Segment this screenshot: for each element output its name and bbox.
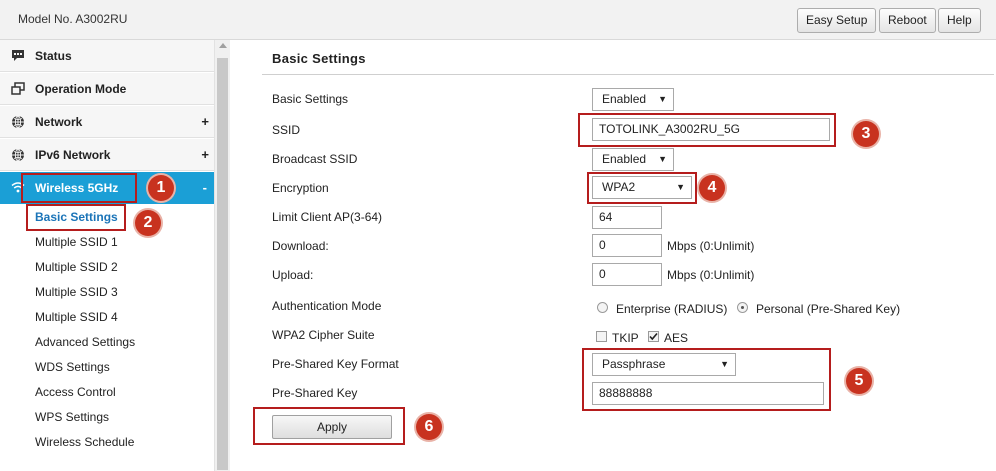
step-badge-1: 1 xyxy=(148,175,174,201)
scroll-thumb[interactable] xyxy=(217,58,228,470)
sidebar: Status Operation Mode Network + IPv6 Net… xyxy=(0,40,230,471)
submenu-wireless-schedule[interactable]: Wireless Schedule xyxy=(35,435,134,449)
sidebar-item-operation-mode[interactable]: Operation Mode xyxy=(0,73,214,105)
title-divider xyxy=(262,74,994,75)
sidebar-item-label: Status xyxy=(35,49,72,63)
limit-client-label: Limit Client AP(3-64) xyxy=(272,210,383,224)
broadcast-ssid-select[interactable]: Enabled ▼ xyxy=(592,148,674,171)
callout-box-6 xyxy=(253,407,405,445)
aes-label: AES xyxy=(664,331,689,345)
submenu-access-control[interactable]: Access Control xyxy=(35,385,116,399)
checkmark-icon xyxy=(649,332,658,341)
callout-box-1 xyxy=(21,173,137,203)
dropdown-arrow-icon: ▼ xyxy=(658,154,667,164)
enterprise-radio[interactable] xyxy=(597,302,608,313)
collapse-icon: - xyxy=(202,180,207,195)
limit-client-input[interactable]: 64 xyxy=(592,206,662,229)
enterprise-option-label: Enterprise (RADIUS) xyxy=(616,302,728,316)
dropdown-arrow-icon: ▼ xyxy=(658,94,667,104)
tkip-label: TKIP xyxy=(612,331,639,345)
scroll-up-icon[interactable] xyxy=(219,43,227,48)
broadcast-ssid-label: Broadcast SSID xyxy=(272,152,358,166)
download-input[interactable]: 0 xyxy=(592,234,662,257)
callout-box-2 xyxy=(26,204,126,231)
comment-icon xyxy=(10,49,26,63)
basic-settings-select[interactable]: Enabled ▼ xyxy=(592,88,674,111)
personal-option-label: Personal (Pre-Shared Key) xyxy=(756,302,901,316)
sidebar-item-label: IPv6 Network xyxy=(35,148,111,162)
sidebar-scrollbar[interactable] xyxy=(214,40,230,471)
sidebar-item-label: Network xyxy=(35,115,83,129)
submenu-multiple-ssid-2[interactable]: Multiple SSID 2 xyxy=(35,260,118,274)
help-button[interactable]: Help xyxy=(938,8,981,33)
expand-icon: + xyxy=(201,114,209,129)
expand-icon: + xyxy=(201,147,209,162)
select-value: Enabled xyxy=(602,92,647,106)
sidebar-item-label: Operation Mode xyxy=(35,82,127,96)
step-badge-5: 5 xyxy=(846,368,872,394)
callout-box-5 xyxy=(582,348,831,411)
submenu-wds-settings[interactable]: WDS Settings xyxy=(35,360,110,374)
aes-checkbox[interactable] xyxy=(648,331,659,342)
globe-icon xyxy=(10,148,26,162)
input-value: 0 xyxy=(599,267,606,281)
sidebar-item-status[interactable]: Status xyxy=(0,40,214,72)
top-bar: Model No. A3002RU Easy Setup Reboot Help xyxy=(0,0,996,40)
download-label: Download: xyxy=(272,239,329,253)
callout-box-3 xyxy=(578,113,836,147)
psk-format-label: Pre-Shared Key Format xyxy=(272,357,399,371)
psk-label: Pre-Shared Key xyxy=(272,386,358,400)
step-badge-6: 6 xyxy=(416,414,442,440)
submenu-multiple-ssid-4[interactable]: Multiple SSID 4 xyxy=(35,310,118,324)
encryption-label: Encryption xyxy=(272,181,329,195)
sidebar-menu: Status Operation Mode Network + IPv6 Net… xyxy=(0,40,214,471)
step-badge-4: 4 xyxy=(699,175,725,201)
page-title: Basic Settings xyxy=(272,51,366,66)
download-unit: Mbps (0:Unlimit) xyxy=(667,239,755,253)
auth-mode-label: Authentication Mode xyxy=(272,299,382,313)
step-badge-3: 3 xyxy=(853,121,879,147)
model-number: Model No. A3002RU xyxy=(18,12,128,26)
cipher-suite-label: WPA2 Cipher Suite xyxy=(272,328,375,342)
submenu-multiple-ssid-1[interactable]: Multiple SSID 1 xyxy=(35,235,118,249)
upload-label: Upload: xyxy=(272,268,314,282)
tkip-checkbox[interactable] xyxy=(596,331,607,342)
upload-unit: Mbps (0:Unlimit) xyxy=(667,268,755,282)
upload-input[interactable]: 0 xyxy=(592,263,662,286)
basic-settings-label: Basic Settings xyxy=(272,92,349,106)
submenu-advanced-settings[interactable]: Advanced Settings xyxy=(35,335,135,349)
easy-setup-button[interactable]: Easy Setup xyxy=(797,8,877,33)
input-value: 0 xyxy=(599,238,606,252)
step-badge-2: 2 xyxy=(135,210,161,236)
personal-radio[interactable] xyxy=(737,302,748,313)
ssid-label: SSID xyxy=(272,123,301,137)
sidebar-item-ipv6-network[interactable]: IPv6 Network + xyxy=(0,139,214,171)
windows-icon xyxy=(10,82,26,96)
select-value: Enabled xyxy=(602,152,647,166)
input-value: 64 xyxy=(599,210,613,224)
submenu-multiple-ssid-3[interactable]: Multiple SSID 3 xyxy=(35,285,118,299)
submenu-wps-settings[interactable]: WPS Settings xyxy=(35,410,109,424)
sidebar-item-network[interactable]: Network + xyxy=(0,106,214,138)
reboot-button[interactable]: Reboot xyxy=(879,8,936,33)
globe-icon xyxy=(10,115,26,129)
callout-box-4 xyxy=(587,172,697,204)
